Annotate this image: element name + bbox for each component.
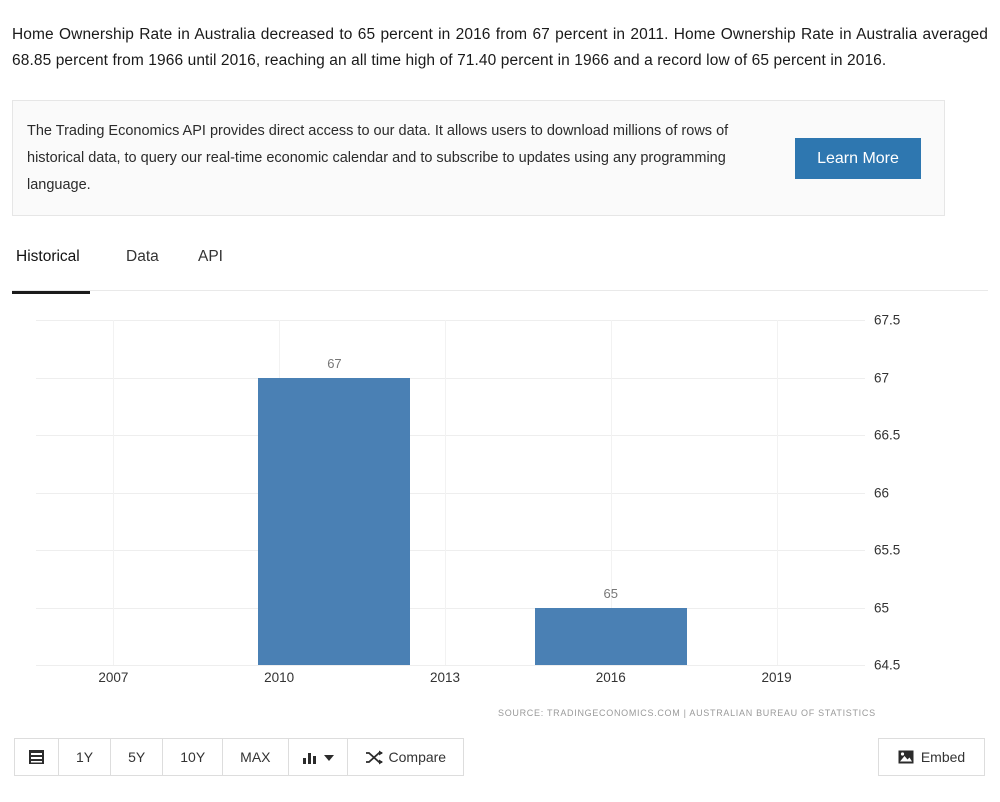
embed-label: Embed <box>920 749 966 765</box>
bar-chart-icon <box>302 750 318 765</box>
tab-historical[interactable]: Historical <box>12 248 90 294</box>
shuffle-icon <box>365 750 383 765</box>
compare-label: Compare <box>388 749 447 765</box>
learn-more-button[interactable]: Learn More <box>795 138 921 179</box>
y-axis-tick-label: 64.5 <box>874 657 901 673</box>
x-axis-tick-label: 2007 <box>98 670 129 685</box>
y-axis-tick-label: 65 <box>874 600 890 615</box>
y-axis-tick-label: 67 <box>874 370 890 385</box>
compare-button[interactable]: Compare <box>347 739 464 775</box>
chart-gridline <box>36 435 865 436</box>
chart-gridline <box>36 607 865 609</box>
api-promo-text: The Trading Economics API provides direc… <box>27 123 729 193</box>
range-button-1y[interactable]: 1Y <box>59 739 112 775</box>
range-button-max[interactable]: MAX <box>223 739 289 775</box>
intro-paragraph: Home Ownership Rate in Australia decreas… <box>12 25 988 69</box>
tab-bar: Historical Data API <box>12 248 988 294</box>
x-axis-tick-label: 2019 <box>761 670 792 685</box>
tab-api[interactable]: API <box>198 248 223 284</box>
chart-bar[interactable] <box>258 377 411 665</box>
chart-vgridline <box>776 320 778 665</box>
calendar-icon <box>28 749 45 765</box>
chart-gridline <box>36 320 865 321</box>
y-axis-tick-label: 66.5 <box>874 427 901 443</box>
range-button-5y[interactable]: 5Y <box>111 739 164 775</box>
chart-plot-area[interactable]: 67 65 <box>36 320 865 666</box>
x-axis-tick-label: 2013 <box>429 670 460 685</box>
range-button-10y[interactable]: 10Y <box>163 739 224 775</box>
x-axis-tick-label: 2010 <box>264 670 295 685</box>
tab-data[interactable]: Data <box>126 248 159 284</box>
chart-vgridline <box>113 320 115 665</box>
chart-container[interactable]: 67 65 67.5 67 66.5 66 65.5 65 64.5 2007 2010 2013 2… <box>0 300 1000 730</box>
chart-toolbar: 1Y 5Y 10Y MAX Compare <box>14 738 465 776</box>
y-axis-tick-label: 67.5 <box>874 312 901 328</box>
chart-gridline <box>36 550 865 551</box>
embed-button[interactable]: Embed <box>878 738 985 776</box>
tab-divider <box>12 290 988 291</box>
chart-bar[interactable] <box>534 607 687 665</box>
chevron-down-icon <box>323 754 334 761</box>
chart-gridline <box>36 492 865 494</box>
x-axis-tick-label: 2016 <box>595 670 626 685</box>
calendar-range-button[interactable] <box>15 739 59 775</box>
api-promo-banner: The Trading Economics API provides direc… <box>12 100 945 216</box>
y-axis-tick-label: 65.5 <box>874 542 901 558</box>
y-axis-tick-label: 66 <box>874 485 890 500</box>
chart-source-note: SOURCE: TRADINGECONOMICS.COM | AUSTRALIA… <box>498 708 876 718</box>
chart-bar-value-label: 65 <box>603 585 618 601</box>
image-icon <box>898 750 914 764</box>
chart-gridline <box>36 377 865 379</box>
chart-gridline <box>36 665 865 666</box>
chart-vgridline <box>444 320 446 665</box>
chart-type-dropdown[interactable] <box>288 739 348 775</box>
chart-bar-value-label: 67 <box>327 355 342 371</box>
